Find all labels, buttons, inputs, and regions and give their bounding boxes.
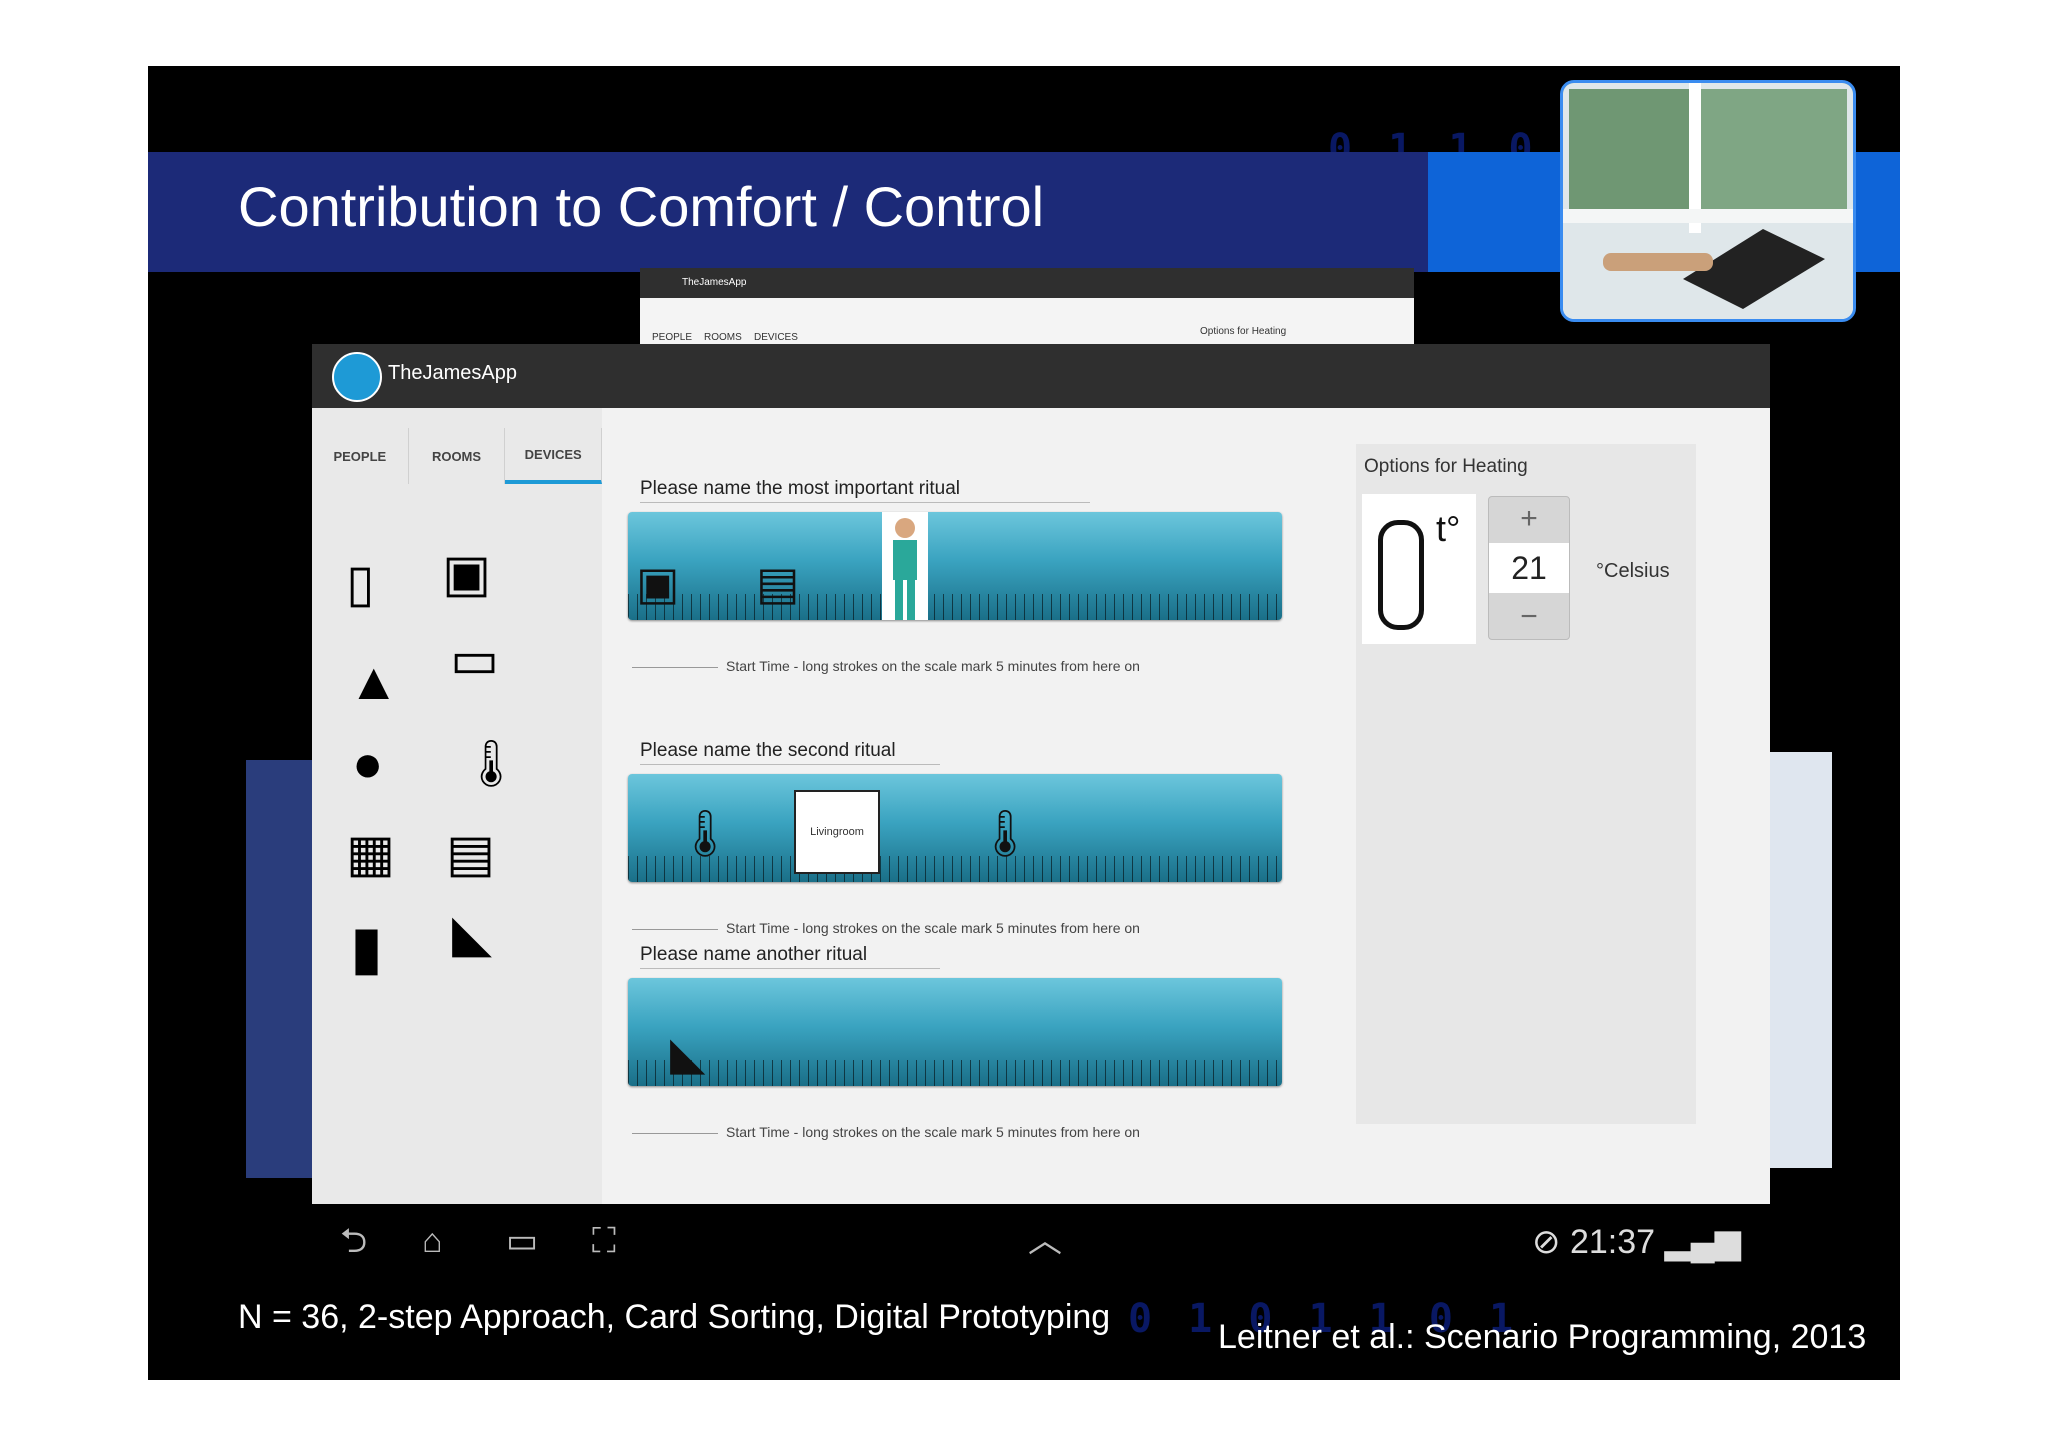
thermometer-icon[interactable]: 🌡 <box>462 740 520 786</box>
heating-options-panel: Options for Heating t° + 21 − °Celsius <box>1356 444 1696 1124</box>
thermometer-box: t° <box>1362 494 1476 644</box>
background-app-window: TheJamesApp PEOPLE ROOMS DEVICES Options… <box>640 268 1414 344</box>
background-tab-devices: DEVICES <box>754 332 798 343</box>
ritual-2-start-hint: Start Time - long strokes on the scale m… <box>632 920 1140 936</box>
ritual-1-label[interactable]: Please name the most important ritual <box>640 478 1090 503</box>
light-switch-icon[interactable]: ▯ <box>346 558 375 610</box>
timeline-scale <box>628 856 1282 882</box>
light-bulb-icon[interactable]: ● <box>352 738 383 790</box>
screenshot-icon[interactable]: ⛶ <box>592 1224 616 1258</box>
ritual-3-timeline[interactable]: ◣ <box>628 978 1282 1086</box>
iron-icon[interactable]: ◣ <box>452 908 492 960</box>
background-tab-people: PEOPLE <box>652 332 693 343</box>
ritual-3-label[interactable]: Please name another ritual <box>640 944 940 969</box>
back-icon[interactable]: ⮌ <box>340 1224 367 1258</box>
person-icon <box>893 518 917 620</box>
ritual-1-timeline[interactable]: ▣ ▤ <box>628 512 1282 620</box>
temperature-value[interactable]: 21 <box>1489 543 1569 593</box>
home-icon[interactable]: ⌂ <box>422 1224 443 1258</box>
background-tab-rooms: ROOMS <box>704 332 742 343</box>
decrease-temperature-button[interactable]: − <box>1489 597 1569 637</box>
ritual-2-label[interactable]: Please name the second ritual <box>640 740 940 765</box>
tab-rooms[interactable]: ROOMS <box>409 428 506 484</box>
printer-icon[interactable]: ▤ <box>446 828 495 880</box>
thermometer-item-icon[interactable]: 🌡 <box>676 810 734 856</box>
app-title: TheJamesApp <box>388 362 517 384</box>
tablet-photo-illustration <box>1563 83 1853 319</box>
device-sidebar: PEOPLE ROOMS DEVICES ▯ ▣ ▭ ▲ ● 🌡 ▦ ▤ ▮ ◣ <box>312 408 603 1210</box>
thermometer-item-icon[interactable]: 🌡 <box>976 810 1034 856</box>
door-icon[interactable]: ▮ <box>350 918 383 978</box>
app-logo-icon <box>332 352 382 402</box>
timeline-scale <box>628 594 1282 620</box>
sync-icon: ⊘ <box>1532 1223 1570 1261</box>
alarm-siren-icon[interactable]: ▲ <box>348 656 399 708</box>
iron-item-icon[interactable]: ◣ <box>670 1030 705 1076</box>
options-title: Options for Heating <box>1364 456 1528 477</box>
printer-item-icon[interactable]: ▤ <box>756 560 799 606</box>
background-options-title: Options for Heating <box>1200 326 1287 337</box>
android-nav-bar: ⮌ ⌂ ▭ ⛶ ︿ ⊘ 21:37 ▂▄▆ <box>312 1204 1770 1284</box>
app-window: TheJamesApp PEOPLE ROOMS DEVICES ▯ ▣ ▭ ▲… <box>312 344 1770 1210</box>
footer-citation: Leitner et al.: Scenario Programming, 20… <box>1218 1318 1867 1356</box>
person-item[interactable] <box>882 512 928 620</box>
footer-study-info: N = 36, 2-step Approach, Card Sorting, D… <box>238 1298 1111 1336</box>
background-app-bar: TheJamesApp <box>640 268 1414 298</box>
time-text: 21:37 <box>1569 1223 1656 1261</box>
ritual-2-timeline[interactable]: 🌡 Livingroom 🌡 <box>628 774 1282 882</box>
background-screenshot-right <box>1770 752 1832 1168</box>
background-app-title: TheJamesApp <box>682 277 747 288</box>
room-card-livingroom[interactable]: Livingroom <box>794 790 880 874</box>
increase-temperature-button[interactable]: + <box>1489 499 1569 539</box>
coffee-machine-icon[interactable]: ▦ <box>346 828 395 880</box>
tab-bar: PEOPLE ROOMS DEVICES <box>312 428 603 484</box>
tab-devices[interactable]: DEVICES <box>505 428 603 484</box>
slide-title: Contribution to Comfort / Control <box>238 175 1045 238</box>
ritual-3-start-hint: Start Time - long strokes on the scale m… <box>632 1124 1140 1140</box>
temperature-unit: °Celsius <box>1596 560 1670 582</box>
microwave-icon[interactable]: ▣ <box>442 548 491 600</box>
thermometer-icon <box>1378 520 1424 630</box>
chevron-up-icon[interactable]: ︿ <box>1028 1224 1062 1258</box>
timeline-scale <box>628 1060 1282 1086</box>
temperature-stepper: + 21 − <box>1488 496 1570 640</box>
status-clock: ⊘ 21:37 ▂▄▆ <box>1532 1222 1741 1262</box>
temperature-symbol: t° <box>1436 508 1461 549</box>
ritual-1-start-hint: Start Time - long strokes on the scale m… <box>632 658 1140 674</box>
monitor-icon[interactable]: ▭ <box>450 634 499 686</box>
app-bar: TheJamesApp <box>312 344 1770 408</box>
tablet-photo <box>1560 80 1856 322</box>
recent-apps-icon[interactable]: ▭ <box>506 1224 538 1258</box>
background-screenshot-left <box>246 760 312 1178</box>
microwave-item-icon[interactable]: ▣ <box>636 560 679 606</box>
signal-battery-icon: ▂▄▆ <box>1655 1223 1741 1261</box>
tab-people[interactable]: PEOPLE <box>312 428 409 484</box>
